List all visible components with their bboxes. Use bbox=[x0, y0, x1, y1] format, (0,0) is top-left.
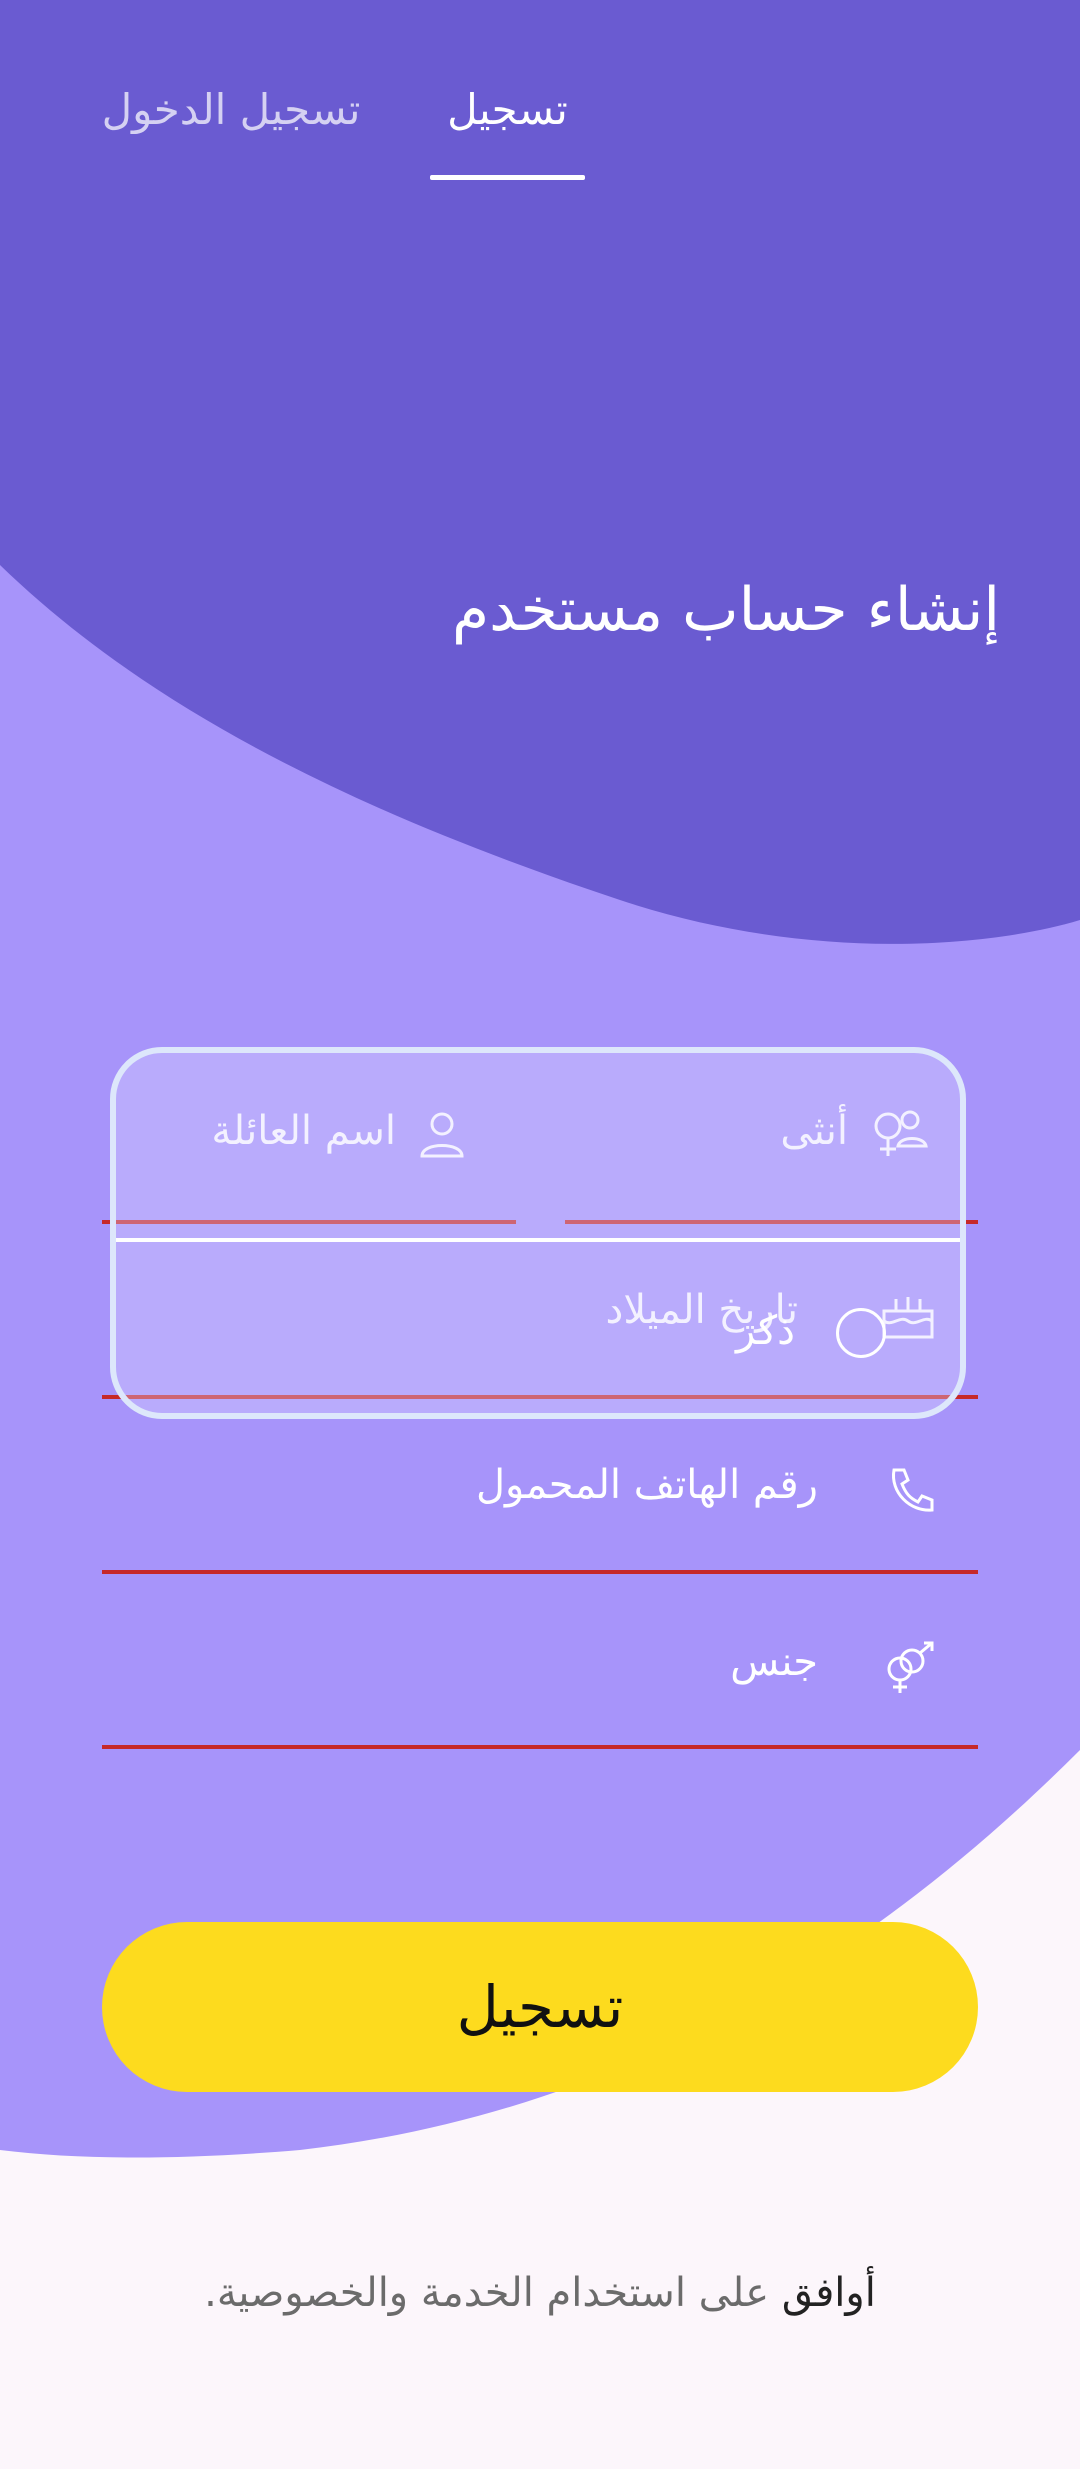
gender-field[interactable]: جنس bbox=[102, 1615, 978, 1755]
tab-login[interactable]: تسجيل الدخول bbox=[86, 85, 376, 134]
phone-underline bbox=[102, 1570, 978, 1574]
phone-icon bbox=[882, 1462, 938, 1518]
phone-field[interactable]: رقم الهاتف المحمول bbox=[102, 1440, 978, 1580]
terms-rest: على استخدام الخدمة والخصوصية. bbox=[204, 2270, 770, 2316]
radio-icon[interactable] bbox=[836, 1308, 886, 1358]
gender-icon bbox=[882, 1639, 938, 1695]
page-title: إنشاء حساب مستخدم bbox=[451, 575, 1000, 645]
register-button[interactable]: تسجيل bbox=[102, 1922, 978, 2092]
phone-label: رقم الهاتف المحمول bbox=[475, 1462, 818, 1508]
popup-option-male[interactable]: ذكر bbox=[736, 1308, 795, 1354]
gender-underline bbox=[102, 1745, 978, 1749]
tab-register[interactable]: تسجيل bbox=[430, 85, 585, 134]
terms-agree-link[interactable]: أوافق bbox=[782, 2270, 876, 2316]
popup-divider bbox=[116, 1238, 960, 1242]
tab-active-indicator bbox=[430, 175, 585, 180]
gender-popup: ذكر bbox=[110, 1047, 966, 1419]
gender-label: جنس bbox=[730, 1639, 818, 1685]
terms-text: أوافق على استخدام الخدمة والخصوصية. bbox=[0, 2270, 1080, 2316]
